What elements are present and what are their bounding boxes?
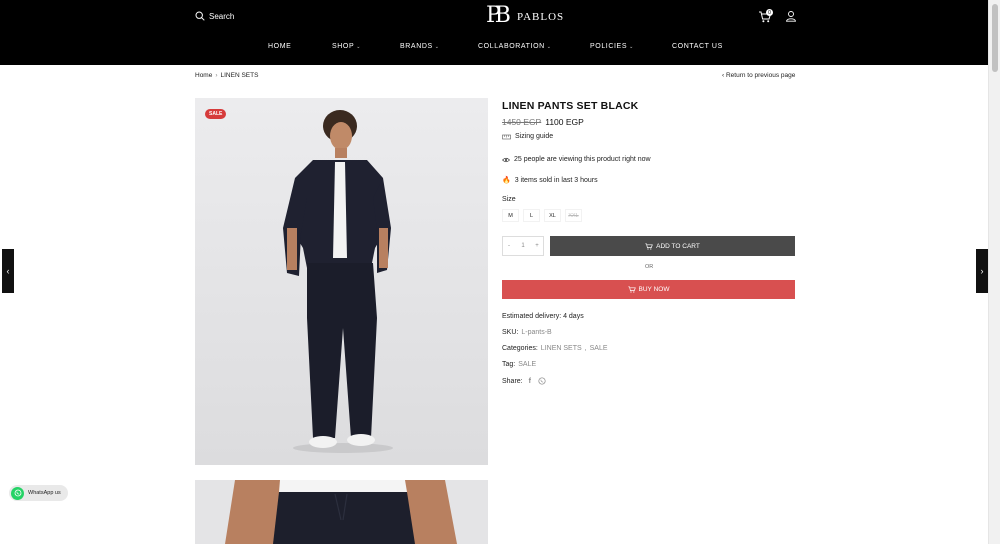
nav-label: SHOP bbox=[332, 43, 355, 50]
nav-label: COLLABORATION bbox=[478, 43, 545, 50]
nav-item-policies[interactable]: POLICIES ⌄ bbox=[590, 43, 634, 50]
nav-label: BRANDS bbox=[400, 43, 433, 50]
fire-icon: 🔥 bbox=[502, 177, 511, 184]
return-to-previous-link[interactable]: ‹ Return to previous page bbox=[722, 72, 795, 79]
sale-price: 1100 EGP bbox=[545, 117, 584, 127]
or-divider: OR bbox=[645, 264, 654, 270]
search-button[interactable]: Search bbox=[195, 11, 234, 21]
chevron-down-icon: ⌄ bbox=[546, 43, 552, 50]
nav-item-brands[interactable]: BRANDS ⌄ bbox=[400, 43, 440, 50]
nav-item-contact-us[interactable]: CONTACT US bbox=[672, 43, 723, 50]
buy-now-button[interactable]: BUY NOW bbox=[502, 280, 795, 299]
size-selector: M L XL XXL bbox=[502, 209, 582, 222]
share-row: Share: f bbox=[502, 377, 546, 385]
model-photo-detail bbox=[195, 480, 488, 544]
cart-count-badge: 0 bbox=[766, 9, 773, 16]
sku-row: SKU: L-pants-B bbox=[502, 329, 552, 336]
product-image-main[interactable] bbox=[195, 98, 488, 465]
buy-now-label: BUY NOW bbox=[638, 286, 670, 293]
chevron-down-icon: ⌄ bbox=[356, 43, 362, 50]
tag-row: Tag: SALE bbox=[502, 361, 536, 368]
cart-small-icon bbox=[645, 242, 653, 250]
size-option-l[interactable]: L bbox=[523, 209, 540, 222]
nav-label: CONTACT US bbox=[672, 43, 723, 50]
add-to-cart-button[interactable]: ADD TO CART bbox=[550, 236, 795, 256]
size-option-xxl[interactable]: XXL bbox=[565, 209, 582, 222]
sku-value: L-pants-B bbox=[521, 329, 552, 336]
page-scrollbar[interactable] bbox=[988, 0, 1000, 544]
delivery-text: Estimated delivery: 4 days bbox=[502, 313, 584, 320]
category-link-sale[interactable]: SALE bbox=[590, 345, 608, 352]
tag-label: Tag: bbox=[502, 361, 516, 368]
facebook-icon[interactable]: f bbox=[529, 378, 531, 385]
old-price: 1450 EGP bbox=[502, 117, 542, 127]
categories-row: Categories: LINEN SETS, SALE bbox=[502, 345, 608, 352]
logo-text: PABLOS bbox=[516, 10, 565, 23]
size-option-m[interactable]: M bbox=[502, 209, 519, 222]
nav-label: POLICIES bbox=[590, 43, 628, 50]
prev-product-arrow[interactable]: ‹ bbox=[2, 249, 14, 293]
site-logo[interactable]: PB PABLOS bbox=[486, 5, 564, 27]
breadcrumb-separator: › bbox=[215, 72, 218, 79]
breadcrumb-home[interactable]: Home bbox=[195, 72, 212, 79]
qty-minus-button[interactable]: - bbox=[503, 243, 515, 249]
nav-label: HOME bbox=[268, 43, 292, 50]
site-header: Search PB PABLOS 0 HOME SHOP ⌄ BRANDS ⌄ … bbox=[0, 0, 988, 65]
nav-item-collaboration[interactable]: COLLABORATION ⌄ bbox=[478, 43, 552, 50]
model-photo bbox=[195, 98, 488, 465]
whatsapp-icon bbox=[11, 486, 24, 500]
logo-mark: PB bbox=[486, 3, 511, 28]
categories-label: Categories: bbox=[502, 345, 538, 352]
estimated-delivery: Estimated delivery: 4 days bbox=[502, 313, 584, 320]
size-option-xl[interactable]: XL bbox=[544, 209, 561, 222]
breadcrumb-current[interactable]: LINEN SETS bbox=[221, 72, 259, 79]
share-label: Share: bbox=[502, 377, 523, 385]
chevron-left-icon: ‹ bbox=[6, 266, 10, 276]
eye-icon bbox=[502, 157, 510, 162]
ruler-icon bbox=[502, 134, 511, 139]
tag-link-sale[interactable]: SALE bbox=[518, 361, 536, 368]
product-image-secondary[interactable] bbox=[195, 480, 488, 544]
nav-item-home[interactable]: HOME bbox=[268, 43, 291, 50]
chevron-right-icon: › bbox=[980, 266, 984, 276]
product-title: LINEN PANTS SET BLACK bbox=[502, 100, 639, 112]
sizing-guide-label: Sizing guide bbox=[515, 133, 554, 140]
user-icon[interactable] bbox=[785, 10, 797, 22]
product-price: 1450 EGP 1100 EGP bbox=[502, 117, 584, 127]
chevron-down-icon: ⌄ bbox=[434, 43, 440, 50]
search-icon bbox=[195, 11, 205, 21]
viewing-text: 25 people are viewing this product right… bbox=[514, 156, 651, 163]
scrollbar-thumb[interactable] bbox=[992, 4, 998, 72]
search-label: Search bbox=[209, 11, 235, 21]
category-link-linen-sets[interactable]: LINEN SETS bbox=[541, 345, 582, 352]
whatsapp-icon[interactable] bbox=[538, 377, 546, 385]
next-product-arrow[interactable]: › bbox=[976, 249, 988, 293]
add-to-cart-label: ADD TO CART bbox=[656, 242, 700, 250]
chevron-down-icon: ⌄ bbox=[629, 43, 634, 50]
whatsapp-chat-button[interactable]: WhatsApp us bbox=[9, 485, 68, 501]
breadcrumb: Home › LINEN SETS bbox=[195, 72, 258, 79]
sold-notice: 🔥 3 items sold in last 3 hours bbox=[502, 176, 598, 185]
size-label: Size bbox=[502, 196, 516, 203]
sale-badge: SALE bbox=[205, 109, 227, 119]
cart-small-icon bbox=[627, 286, 636, 293]
sku-label: SKU: bbox=[502, 329, 519, 336]
sizing-guide-link[interactable]: Sizing guide bbox=[502, 133, 553, 140]
quantity-stepper: - 1 + bbox=[502, 236, 544, 256]
qty-value[interactable]: 1 bbox=[517, 243, 529, 249]
sold-text: 3 items sold in last 3 hours bbox=[514, 176, 598, 184]
main-nav: HOME SHOP ⌄ BRANDS ⌄ COLLABORATION ⌄ POL… bbox=[0, 43, 988, 53]
whatsapp-label: WhatsApp us bbox=[28, 490, 61, 496]
nav-item-shop[interactable]: SHOP ⌄ bbox=[332, 43, 361, 50]
viewing-notice: 25 people are viewing this product right… bbox=[502, 156, 651, 163]
qty-plus-button[interactable]: + bbox=[531, 243, 543, 249]
